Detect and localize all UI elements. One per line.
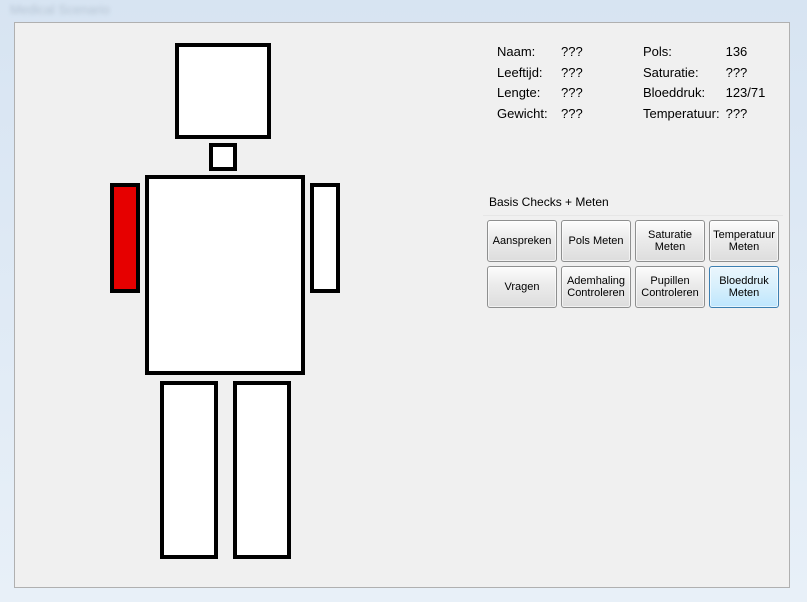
body-left-upper-arm[interactable] <box>110 183 140 293</box>
info-value: ??? <box>726 64 770 83</box>
info-value: 136 <box>726 43 770 62</box>
info-value: ??? <box>561 105 623 124</box>
checks-button-grid: Aanspreken Pols Meten Saturatie Meten Te… <box>483 215 783 314</box>
bloeddruk-meten-button[interactable]: Bloeddruk Meten <box>709 266 779 308</box>
info-value: ??? <box>561 43 623 62</box>
body-head[interactable] <box>175 43 271 139</box>
body-neck[interactable] <box>209 143 237 171</box>
pols-meten-button[interactable]: Pols Meten <box>561 220 631 262</box>
aanspreken-button[interactable]: Aanspreken <box>487 220 557 262</box>
info-label: Temperatuur: <box>643 105 724 124</box>
info-label: Lengte: <box>497 84 559 103</box>
checks-group-title: Basis Checks + Meten <box>489 195 783 209</box>
body-right-leg[interactable] <box>233 381 291 559</box>
ademhaling-controleren-button[interactable]: Ademhaling Controleren <box>561 266 631 308</box>
patient-info: Naam: ??? Pols: 136 Leeftijd: ??? Satura… <box>495 41 771 125</box>
info-label: Bloeddruk: <box>643 84 724 103</box>
info-label: Gewicht: <box>497 105 559 124</box>
checks-group: Basis Checks + Meten Aanspreken Pols Met… <box>483 195 783 314</box>
body-right-upper-arm[interactable] <box>310 183 340 293</box>
pupillen-controleren-button[interactable]: Pupillen Controleren <box>635 266 705 308</box>
body-figure <box>75 43 395 573</box>
info-label: Naam: <box>497 43 559 62</box>
window-titlebar: Medical Scenario <box>0 0 807 20</box>
info-label: Saturatie: <box>643 64 724 83</box>
info-value: 123/71 <box>726 84 770 103</box>
saturatie-meten-button[interactable]: Saturatie Meten <box>635 220 705 262</box>
main-panel: Naam: ??? Pols: 136 Leeftijd: ??? Satura… <box>14 22 790 588</box>
temperatuur-meten-button[interactable]: Temperatuur Meten <box>709 220 779 262</box>
body-left-leg[interactable] <box>160 381 218 559</box>
info-value: ??? <box>561 64 623 83</box>
info-value: ??? <box>561 84 623 103</box>
info-label: Leeftijd: <box>497 64 559 83</box>
info-value: ??? <box>726 105 770 124</box>
info-label: Pols: <box>643 43 724 62</box>
body-torso[interactable] <box>145 175 305 375</box>
vragen-button[interactable]: Vragen <box>487 266 557 308</box>
